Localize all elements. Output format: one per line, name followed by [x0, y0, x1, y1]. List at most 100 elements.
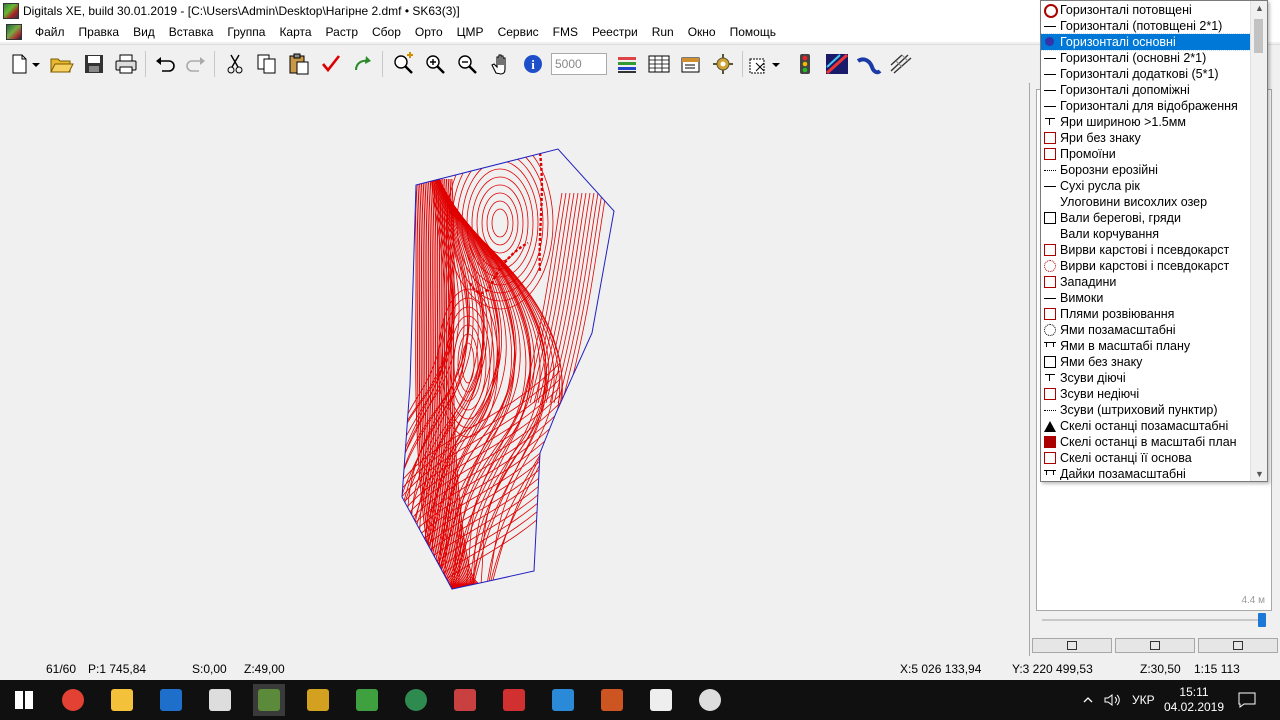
volume-icon[interactable]: [1104, 680, 1122, 720]
menu-service[interactable]: Сервис: [491, 22, 546, 42]
menu-run[interactable]: Run: [645, 22, 681, 42]
layer-item[interactable]: Зсуви (штриховий пунктир): [1041, 402, 1251, 418]
menu-dem[interactable]: ЦМР: [450, 22, 491, 42]
hand-pan-icon[interactable]: [488, 51, 514, 77]
copy-icon[interactable]: [254, 51, 280, 77]
layers-icon[interactable]: [614, 51, 640, 77]
chrome-app[interactable]: [57, 684, 89, 716]
scale-input[interactable]: [551, 53, 607, 75]
archive-app[interactable]: [498, 684, 530, 716]
layer-item[interactable]: Горизонталі основні: [1041, 33, 1251, 51]
contour-map[interactable]: [0, 83, 1028, 656]
menu-group[interactable]: Группа: [220, 22, 272, 42]
menu-help[interactable]: Помощь: [723, 22, 783, 42]
select-cursor-icon[interactable]: [746, 51, 772, 77]
map2-app[interactable]: [449, 684, 481, 716]
select-dropdown-icon[interactable]: [770, 51, 782, 77]
layer-item[interactable]: Ями в масштабі плану: [1041, 338, 1251, 354]
paste-icon[interactable]: [286, 51, 312, 77]
menu-fms[interactable]: FMS: [546, 22, 585, 42]
open-folder-icon[interactable]: [48, 51, 74, 77]
curve-tool-icon[interactable]: [856, 51, 882, 77]
layer-item[interactable]: Яри шириною >1.5мм: [1041, 114, 1251, 130]
layer-item[interactable]: Борозни ерозійні: [1041, 162, 1251, 178]
dropdown-arrow-icon[interactable]: [30, 51, 42, 77]
layer-item[interactable]: Скелі останці її основа: [1041, 450, 1251, 466]
app-logo-icon[interactable]: [3, 3, 19, 19]
menu-file[interactable]: Файл: [28, 22, 72, 42]
layer-item[interactable]: Сухі русла рік: [1041, 178, 1251, 194]
zoom-slider-thumb[interactable]: [1258, 613, 1266, 627]
layer-item[interactable]: Вали берегові, гряди: [1041, 210, 1251, 226]
menu-edit[interactable]: Правка: [72, 22, 127, 42]
dropdown-scrollbar[interactable]: ▲ ▼: [1250, 1, 1267, 481]
info-icon[interactable]: i: [520, 51, 546, 77]
add-layer-icon[interactable]: [390, 51, 416, 77]
layer-item[interactable]: Ями без знаку: [1041, 354, 1251, 370]
view-mode-right-button[interactable]: [1198, 638, 1278, 653]
undo-icon[interactable]: [152, 51, 178, 77]
layer-item[interactable]: Горизонталі (основні 2*1): [1041, 50, 1251, 66]
traffic-light-icon[interactable]: [792, 51, 818, 77]
save-icon[interactable]: [81, 51, 107, 77]
layer-item[interactable]: Вирви карстові і псевдокарст: [1041, 258, 1251, 274]
map-app[interactable]: [302, 684, 334, 716]
zoom-in-icon[interactable]: [422, 51, 448, 77]
menu-registers[interactable]: Реестри: [585, 22, 645, 42]
gear-tools-icon[interactable]: [710, 51, 736, 77]
layer-item[interactable]: Вимоки: [1041, 290, 1251, 306]
tool-app[interactable]: [204, 684, 236, 716]
properties-icon[interactable]: [678, 51, 704, 77]
menu-raster[interactable]: Растр: [319, 22, 365, 42]
layer-item[interactable]: Горизонталі додаткові (5*1): [1041, 66, 1251, 82]
table-icon[interactable]: [646, 51, 672, 77]
layer-item[interactable]: Ями позамасштабні: [1041, 322, 1251, 338]
view-mode-single-button[interactable]: [1032, 638, 1112, 653]
menu-ortho[interactable]: Орто: [408, 22, 450, 42]
digitize-icon[interactable]: [888, 51, 914, 77]
redo-icon[interactable]: [183, 51, 209, 77]
layer-item[interactable]: Скелі останці в масштабі план: [1041, 434, 1251, 450]
layer-item[interactable]: Горизонталі (потовщені 2*1): [1041, 18, 1251, 34]
map-canvas[interactable]: [0, 83, 1028, 656]
layer-item[interactable]: Зсуви діючі: [1041, 370, 1251, 386]
menu-window[interactable]: Окно: [681, 22, 723, 42]
layer-item[interactable]: Горизонталі потовщені: [1041, 2, 1251, 18]
layer-item[interactable]: Скелі останці позамасштабні: [1041, 418, 1251, 434]
cut-icon[interactable]: [222, 51, 248, 77]
zoom-out-icon[interactable]: [454, 51, 480, 77]
print-icon[interactable]: [113, 51, 139, 77]
zoom-slider-track[interactable]: [1042, 619, 1264, 621]
layer-item[interactable]: Плями розвіювання: [1041, 306, 1251, 322]
layer-dropdown[interactable]: Горизонталі потовщені Горизонталі (потовщ…: [1040, 0, 1268, 482]
scroll-thumb[interactable]: [1254, 19, 1263, 53]
settings-app[interactable]: [645, 684, 677, 716]
layer-item[interactable]: Зсуви недіючі: [1041, 386, 1251, 402]
line-tool-icon[interactable]: [824, 51, 850, 77]
document-menu-icon[interactable]: [6, 24, 22, 40]
view-mode-split-button[interactable]: [1115, 638, 1195, 653]
notifications-icon[interactable]: [1238, 680, 1256, 720]
layer-item[interactable]: Промоїни: [1041, 146, 1251, 162]
check-icon[interactable]: [318, 51, 344, 77]
outlook-app[interactable]: [155, 684, 187, 716]
digitals-app[interactable]: [253, 684, 285, 716]
layer-item[interactable]: Западини: [1041, 274, 1251, 290]
layer-item[interactable]: Горизонталі для відображення: [1041, 98, 1251, 114]
globe-app[interactable]: [400, 684, 432, 716]
vscode-app[interactable]: [547, 684, 579, 716]
layer-item[interactable]: Горизонталі допоміжні: [1041, 82, 1251, 98]
menu-collect[interactable]: Сбор: [365, 22, 408, 42]
refresh-icon[interactable]: [350, 51, 376, 77]
layer-item[interactable]: Яри без знаку: [1041, 130, 1251, 146]
obs-app[interactable]: [694, 684, 726, 716]
layer-item[interactable]: Вали корчування: [1041, 226, 1251, 242]
menu-insert[interactable]: Вставка: [162, 22, 221, 42]
recycle-app[interactable]: [351, 684, 383, 716]
menu-view[interactable]: Вид: [126, 22, 162, 42]
scroll-up-icon[interactable]: ▲: [1255, 3, 1264, 13]
start-button[interactable]: [8, 684, 40, 716]
tray-chevron-icon[interactable]: [1082, 680, 1094, 720]
language-indicator[interactable]: УКР: [1132, 680, 1155, 720]
explorer-app[interactable]: [106, 684, 138, 716]
